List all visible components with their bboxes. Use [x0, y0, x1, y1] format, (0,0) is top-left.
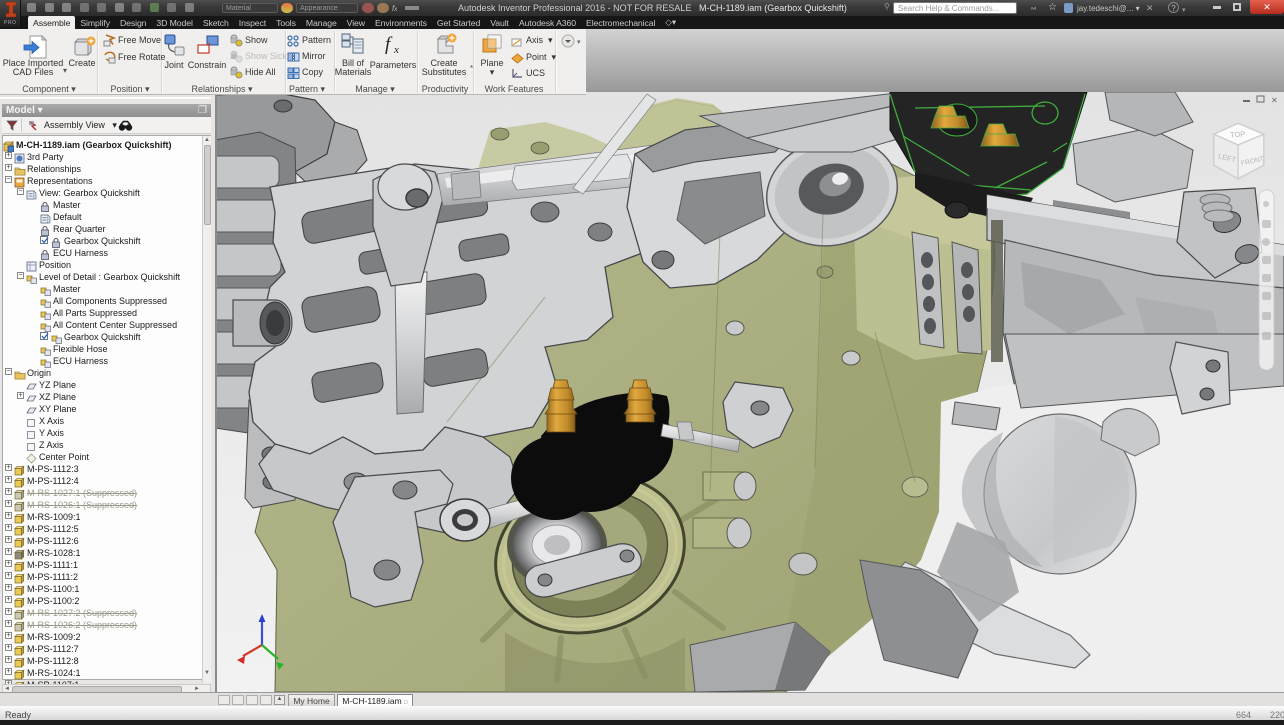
- svg-text:TOP: TOP: [1230, 129, 1246, 139]
- svg-text:x: x: [393, 44, 399, 55]
- svg-text:f: f: [385, 34, 393, 55]
- svg-text:✕: ✕: [1271, 96, 1278, 105]
